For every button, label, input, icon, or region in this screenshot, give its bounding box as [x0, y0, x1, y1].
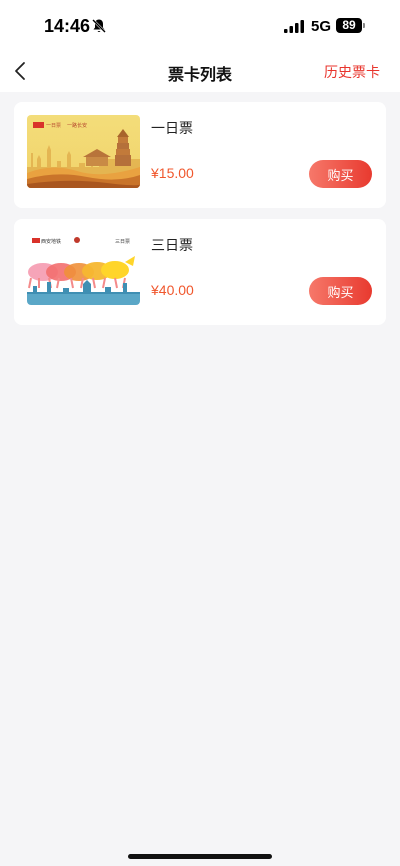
cellular-signal-icon [284, 20, 304, 33]
buy-button[interactable]: 购买 [309, 277, 372, 305]
three-day-pass-image: 西安地铁 三日票 [27, 232, 140, 305]
ticket-title: 一日票 [151, 121, 193, 137]
bell-off-icon [92, 19, 106, 33]
svg-text:一路长安: 一路长安 [67, 122, 87, 129]
battery-tip [363, 23, 365, 28]
home-indicator[interactable] [128, 854, 272, 859]
one-day-pass-image: 一日票 一路长安 [27, 115, 140, 188]
status-time: 14:46 [44, 16, 91, 36]
battery-icon: 89 [336, 18, 362, 33]
ticket-card-one-day[interactable]: 一日票 一路长安 一日票 ¥15.00 购买 [14, 102, 386, 208]
ticket-price: ¥15.00 [151, 165, 194, 181]
svg-text:西安地铁: 西安地铁 [41, 238, 61, 245]
status-bar: 14:46 5G 89 [0, 0, 400, 52]
ticket-price: ¥40.00 [151, 282, 194, 298]
navigation-bar: 票卡列表 历史票卡 [0, 52, 400, 92]
ticket-title: 三日票 [151, 238, 193, 254]
ticket-card-three-day[interactable]: 西安地铁 三日票 三日票 ¥40.00 购买 [14, 219, 386, 325]
network-type: 5G [311, 18, 332, 35]
svg-text:三日票: 三日票 [115, 239, 130, 245]
buy-button[interactable]: 购买 [309, 160, 372, 188]
history-cards-link[interactable]: 历史票卡 [324, 62, 380, 82]
svg-text:一日票: 一日票 [46, 123, 61, 129]
